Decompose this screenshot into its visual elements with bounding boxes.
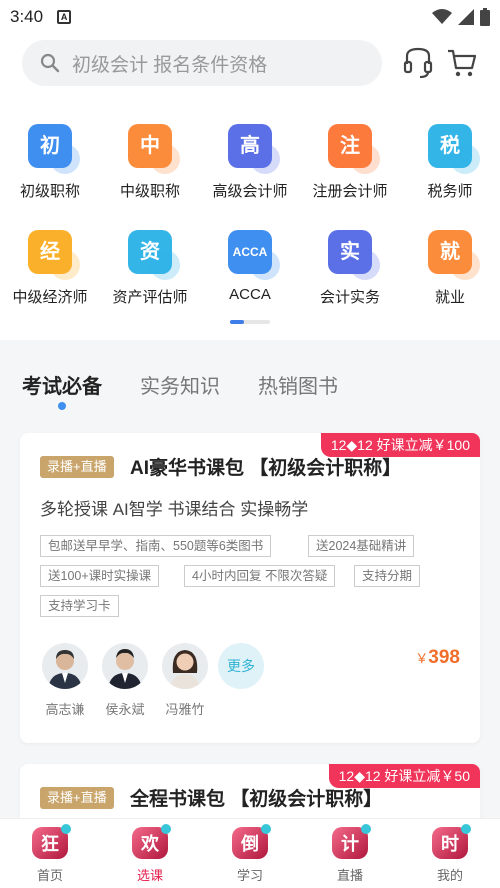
nav-home[interactable]: 狂 首页 [0,819,100,888]
profile-icon: 时 [432,824,471,859]
category-icon-zichan: 资 [128,230,180,280]
status-bar: 3:40 A [0,0,500,34]
person-icon [108,649,142,689]
teacher[interactable]: 冯雅竹 [160,643,210,718]
search-input[interactable]: 初级会计 报名条件资格 [22,40,382,86]
category-label: 中级职称 [119,183,180,200]
category-zhongji[interactable]: 中 中级职称 [100,124,200,201]
category-jiuye[interactable]: 就 就业 [400,230,500,307]
category-label: 会计实务 [319,289,380,306]
course-card[interactable]: 12◆12 好课立减￥100 录播+直播 AI豪华书课包 【初级会计职称】 多轮… [20,433,480,743]
category-gaoji[interactable]: 高 高级会计师 [200,124,300,201]
nav-label: 直播 [336,868,363,883]
course-tag: 支持分期 [354,565,421,587]
category-label: 就业 [434,289,465,306]
category-grid: 初 初级职称 中 中级职称 高 高级会计师 注 注册会计师 税 税务师 经 中级… [0,94,500,340]
course-tag: 4小时内回复 不限次答疑 [184,565,336,587]
nav-courses[interactable]: 欢 选课 [100,819,200,888]
search-placeholder: 初级会计 报名条件资格 [72,54,268,76]
currency-symbol: ￥ [415,651,429,666]
avatar [42,643,88,689]
teacher[interactable]: 高志谦 [40,643,90,718]
category-icon-chuji: 初 [28,124,80,174]
person-icon [170,650,200,689]
page-indicator-active [230,320,244,324]
category-zhuce[interactable]: 注 注册会计师 [300,124,400,201]
category-acca[interactable]: ACCA ACCA [200,230,300,303]
home-icon: 狂 [32,824,71,859]
person-icon [48,650,82,689]
course-tag: 送100+课时实操课 [40,565,160,587]
course-tag: 包邮送早早学、指南、550题等6类图书 [40,535,272,557]
live-icon: 计 [332,824,371,859]
nav-live[interactable]: 计 直播 [300,819,400,888]
tab-active-indicator [58,402,66,410]
bottom-nav: 狂 首页 欢 选课 倒 学习 计 直播 时 我的 [0,818,500,888]
status-icons [432,8,490,26]
category-label: 初级职称 [19,183,80,200]
course-tag: 送2024基础精讲 [308,535,415,557]
course-subtitle: 多轮授课 AI智学 书课结合 实操畅学 [40,500,309,519]
headset-icon[interactable] [402,46,434,80]
teacher-name: 侯永斌 [105,702,145,717]
category-label: 中级经济师 [12,289,88,306]
category-icon-jiuye: 就 [428,230,480,280]
category-icon-shiwu: 实 [328,230,380,280]
course-title: AI豪华书课包 【初级会计职称】 [130,458,402,479]
page-indicator [230,320,270,324]
course-badge: 录播+直播 [40,787,114,809]
category-label: 税务师 [427,183,473,200]
category-zichan[interactable]: 资 资产评估师 [100,230,200,307]
tab-tushu[interactable]: 热销图书 [258,370,338,399]
price-value: 398 [428,647,460,668]
course-badge: 录播+直播 [40,456,114,478]
nav-label: 首页 [36,868,63,883]
signal-icon [458,9,474,25]
category-chuji[interactable]: 初 初级职称 [0,124,100,201]
teacher-name: 高志谦 [45,702,85,717]
teacher-name: 冯雅竹 [165,702,205,717]
course-price: ￥398 [415,647,460,669]
category-shuiwu[interactable]: 税 税务师 [400,124,500,201]
wifi-icon [432,9,452,24]
study-icon: 倒 [232,824,271,859]
category-jingji[interactable]: 经 中级经济师 [0,230,100,307]
search-icon [40,53,60,73]
category-shiwu[interactable]: 实 会计实务 [300,230,400,307]
teacher[interactable]: 侯永斌 [100,643,150,718]
category-icon-shuiwu: 税 [428,124,480,174]
content-tabs: 考试必备 实务知识 热销图书 [0,360,500,410]
nav-label: 我的 [436,868,463,883]
battery-icon [480,8,490,26]
category-icon-zhuce: 注 [328,124,380,174]
category-label: ACCA [229,286,271,303]
avatar [162,643,208,689]
courses-icon: 欢 [132,824,171,859]
notification-icon: A [57,10,72,24]
cart-icon[interactable] [446,46,478,80]
category-label: 注册会计师 [312,183,388,200]
nav-mine[interactable]: 时 我的 [400,819,500,888]
category-icon-jingji: 经 [28,230,80,280]
course-tag: 支持学习卡 [40,595,119,617]
nav-study[interactable]: 倒 学习 [200,819,300,888]
tab-kaoshi[interactable]: 考试必备 [22,370,102,399]
category-label: 高级会计师 [212,183,288,200]
nav-label: 选课 [136,868,163,883]
tab-shiwu[interactable]: 实务知识 [140,370,220,399]
course-title: 全程书课包 【初级会计职称】 [130,789,383,810]
status-time: 3:40 [10,7,44,26]
more-teachers-button[interactable]: 更多 [218,643,264,689]
category-label: 资产评估师 [112,289,188,306]
nav-label: 学习 [236,868,263,883]
category-icon-acca: ACCA [228,230,280,280]
category-icon-gaoji: 高 [228,124,280,174]
header: 初级会计 报名条件资格 [0,34,500,94]
category-icon-zhongji: 中 [128,124,180,174]
avatar [102,643,148,689]
